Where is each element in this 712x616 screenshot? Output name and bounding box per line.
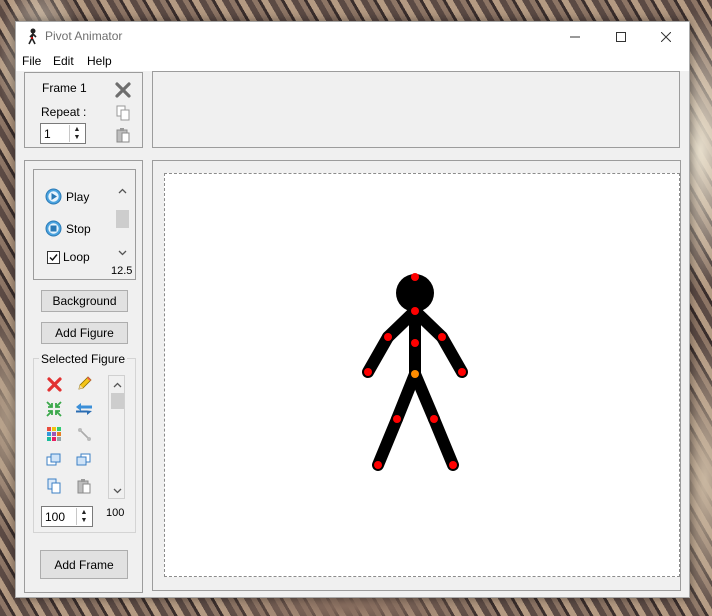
chevron-up-icon[interactable] [114, 182, 131, 199]
scale-figure-button[interactable] [44, 399, 64, 419]
figure-joint-handle[interactable] [458, 368, 466, 376]
edit-figure-button[interactable] [74, 374, 94, 394]
figure-joint-handle[interactable] [384, 333, 392, 341]
figure-segment [372, 413, 403, 471]
figure-joint-handle[interactable] [374, 461, 382, 469]
paste-figure-icon [77, 479, 91, 494]
figure-joint-handle[interactable] [411, 273, 419, 281]
figure-segment [428, 413, 459, 471]
layer-front-icon [46, 453, 61, 466]
spin-down-icon[interactable]: ▼ [70, 133, 84, 141]
figure-scale-thumb[interactable] [111, 393, 124, 409]
figure-scale-value: 100 [106, 507, 125, 519]
speed-value: 12.5 [111, 265, 133, 277]
figure-scale-spinner[interactable]: 100 ▲ ▼ [41, 506, 93, 527]
stick-figure[interactable] [165, 174, 679, 576]
figure-joint-handle[interactable] [411, 339, 419, 347]
figure-scale-input-value: 100 [45, 510, 66, 524]
figure-scale-spinner-arrows[interactable]: ▲ ▼ [76, 508, 91, 525]
repeat-value: 1 [44, 127, 51, 141]
title-bar[interactable]: Pivot Animator [16, 22, 689, 51]
figure-segment [436, 331, 468, 378]
figure-joint-handle[interactable] [393, 415, 401, 423]
frame-panel: Frame 1 Repeat : 1 ▲ ▼ [24, 72, 143, 148]
add-frame-button[interactable]: Add Frame [40, 550, 128, 579]
repeat-spinner-arrows[interactable]: ▲ ▼ [69, 125, 84, 142]
animation-canvas[interactable] [164, 173, 680, 577]
paste-icon [116, 128, 130, 143]
delete-figure-button[interactable] [44, 374, 64, 394]
copy-figure-icon [47, 478, 61, 494]
maximize-button[interactable] [598, 22, 644, 51]
delete-frame-button[interactable] [113, 80, 133, 100]
loop-label: Loop [63, 250, 90, 264]
menu-help[interactable]: Help [87, 54, 112, 68]
red-x-icon [46, 376, 62, 392]
spin-up-icon[interactable]: ▲ [77, 508, 91, 516]
figure-segment [409, 368, 440, 425]
menu-edit[interactable]: Edit [53, 54, 74, 68]
frame-label: Frame 1 [42, 81, 87, 95]
app-window: Pivot Animator File Edit Help Frame 1 Re… [15, 21, 690, 598]
selected-figure-title: Selected Figure [39, 352, 128, 366]
figure-joint-handle[interactable] [430, 415, 438, 423]
chevron-down-icon[interactable] [114, 244, 131, 261]
minimize-icon [570, 36, 580, 37]
speed-slider[interactable] [114, 182, 131, 262]
shrink-arrows-icon [46, 401, 62, 417]
figure-joint-handle[interactable] [411, 307, 419, 315]
flip-figure-button[interactable] [74, 399, 94, 419]
loop-checkbox[interactable]: Loop [47, 250, 90, 264]
copy-figure-button[interactable] [44, 476, 64, 496]
control-panel: Play Stop Loop 12.5 Background Add Figur… [24, 160, 143, 593]
play-icon [45, 188, 62, 205]
stop-label: Stop [66, 221, 91, 236]
flip-arrows-icon [76, 403, 92, 415]
stop-icon [45, 220, 62, 237]
layer-back-icon [76, 453, 91, 466]
pencil-icon [78, 376, 92, 390]
delete-x-icon [115, 82, 131, 98]
play-label: Play [66, 189, 90, 204]
minimize-button[interactable] [552, 22, 598, 51]
spin-down-icon[interactable]: ▼ [77, 516, 91, 524]
join-icon [77, 427, 91, 441]
figure-scale-slider[interactable] [108, 375, 125, 499]
color-palette-icon [46, 426, 61, 441]
playback-box: Play Stop Loop 12.5 [33, 169, 136, 280]
repeat-label: Repeat : [41, 105, 87, 119]
paste-frame-button[interactable] [113, 125, 133, 145]
repeat-spinner[interactable]: 1 ▲ ▼ [40, 123, 86, 144]
join-figure-button[interactable] [74, 424, 94, 444]
figure-segment [362, 331, 394, 378]
window-title: Pivot Animator [45, 29, 123, 43]
figure-root-handle[interactable] [411, 370, 419, 378]
chevron-down-icon[interactable] [109, 482, 126, 499]
paste-figure-button[interactable] [74, 476, 94, 496]
copy-icon [116, 105, 130, 121]
frames-strip[interactable] [152, 71, 680, 148]
chevron-up-icon[interactable] [109, 376, 126, 393]
stickman-app-icon [28, 28, 37, 45]
checkbox-checked-icon [47, 250, 60, 264]
figure-joint-handle[interactable] [438, 333, 446, 341]
bring-forward-button[interactable] [44, 450, 64, 470]
spin-up-icon[interactable]: ▲ [70, 125, 84, 133]
color-figure-button[interactable] [44, 424, 64, 444]
figure-joint-handle[interactable] [449, 461, 457, 469]
figure-joint-handle[interactable] [364, 368, 372, 376]
send-back-button[interactable] [74, 450, 94, 470]
maximize-icon [616, 31, 626, 42]
copy-frame-button[interactable] [113, 103, 133, 123]
close-icon [661, 31, 671, 42]
close-button[interactable] [643, 22, 689, 51]
speed-slider-thumb[interactable] [116, 210, 129, 228]
background-button[interactable]: Background [41, 290, 128, 312]
add-figure-button[interactable]: Add Figure [41, 322, 128, 344]
play-button[interactable]: Play [45, 188, 89, 205]
menu-file[interactable]: File [22, 54, 41, 68]
stop-button[interactable]: Stop [45, 220, 91, 237]
menu-bar: File Edit Help [16, 51, 689, 71]
